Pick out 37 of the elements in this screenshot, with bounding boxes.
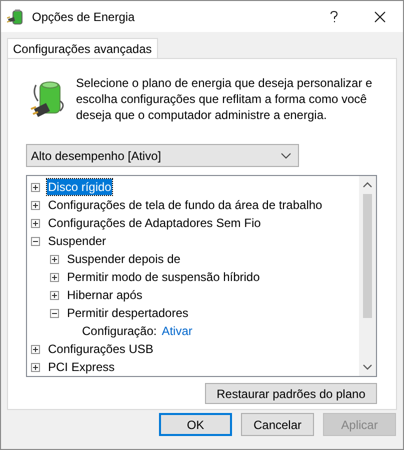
tree-item[interactable]: Hibernar após — [66, 287, 144, 303]
tree-item[interactable]: Suspender — [47, 233, 108, 249]
collapse-icon[interactable] — [50, 308, 59, 318]
battery-plug-icon — [7, 8, 25, 26]
expand-icon[interactable] — [50, 254, 59, 264]
tree-item[interactable]: Configurações USB — [47, 341, 154, 357]
collapse-icon[interactable] — [31, 236, 40, 246]
tree-item[interactable]: Permitir despertadores — [66, 305, 190, 321]
close-icon — [374, 10, 386, 22]
expand-icon[interactable] — [31, 344, 40, 354]
scrollbar[interactable] — [359, 176, 376, 376]
tree-item[interactable]: Disco rígido — [47, 179, 112, 195]
battery-plug-icon — [30, 79, 66, 119]
expand-icon[interactable] — [31, 182, 40, 192]
setting-label: Configuração: — [82, 324, 157, 338]
dialog-button[interactable]: OK — [159, 413, 232, 436]
plan-dropdown[interactable]: Alto desempenho [Ativo] — [26, 144, 299, 167]
restore-defaults-button[interactable]: Restaurar padrões do plano — [205, 383, 377, 404]
scroll-thumb[interactable] — [363, 194, 372, 318]
tree-item[interactable]: Configurações de tela de fundo da área de trabalho — [47, 197, 324, 213]
scroll-down-icon[interactable] — [363, 364, 372, 370]
chevron-down-icon — [281, 152, 291, 158]
tree-item[interactable]: Permitir modo de suspensão híbrido — [66, 269, 261, 285]
tab[interactable]: Configurações avançadas — [7, 38, 158, 58]
description-text: Selecione o plano de energia que deseja personalizar e escolha configurações que reflitam a forma como você deseja que o computador administre a energia. — [76, 75, 374, 123]
tree-item[interactable]: PCI Express — [47, 359, 116, 375]
expand-icon[interactable] — [31, 362, 40, 372]
scroll-up-icon[interactable] — [363, 182, 372, 188]
tree-item[interactable]: Suspender depois de — [66, 251, 182, 267]
expand-icon[interactable] — [31, 218, 40, 228]
setting-value-link[interactable]: Ativar — [162, 324, 192, 338]
window-title: Opções de Energia — [32, 10, 136, 24]
dialog-button[interactable]: Cancelar — [241, 413, 314, 436]
expand-icon[interactable] — [50, 272, 59, 282]
expand-icon[interactable] — [31, 200, 40, 210]
expand-icon[interactable] — [50, 290, 59, 300]
tree-item[interactable]: Configurações de Adaptadores Sem Fio — [47, 215, 262, 231]
